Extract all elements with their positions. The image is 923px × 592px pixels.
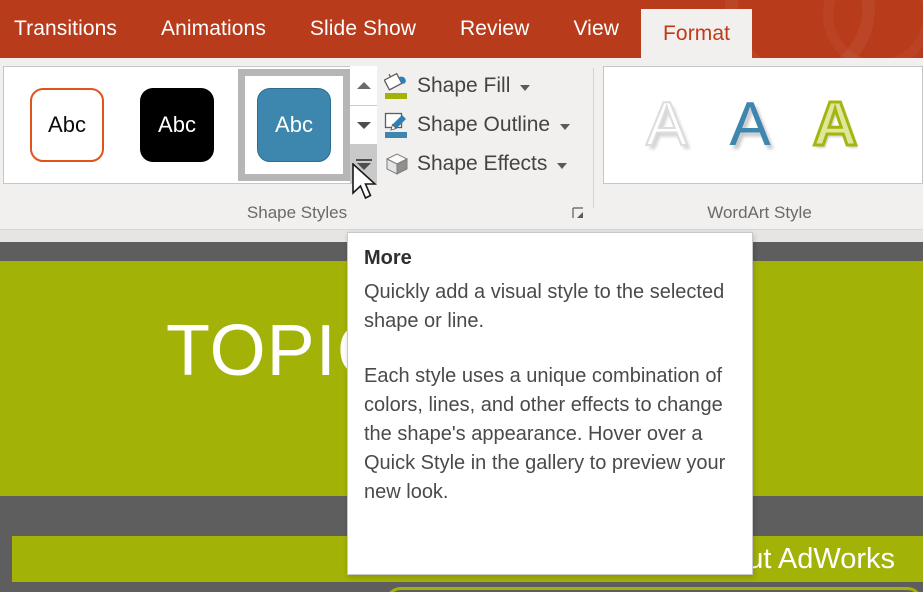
more-gallery-icon-bar <box>356 159 372 161</box>
chevron-down-icon-shape-fill[interactable] <box>520 85 530 91</box>
ribbon-group-label-shape-styles: Shape Styles <box>0 203 594 223</box>
shape-style-thumb-2[interactable]: Abc <box>140 88 214 162</box>
cube-effects-icon <box>384 150 410 178</box>
more-gallery-icon <box>357 163 371 170</box>
shape-fill-label: Shape Fill <box>417 74 510 98</box>
ribbon-tab-bar: Transitions Animations Slide Show Review… <box>0 0 923 58</box>
pencil-outline-icon <box>384 111 410 139</box>
shape-styles-thumbnail-list: Abc Abc Abc <box>4 69 350 181</box>
tab-format-label: Format <box>663 22 730 46</box>
tab-slide-show-label: Slide Show <box>310 17 416 41</box>
tooltip-title: More <box>364 247 736 270</box>
shape-outline-button[interactable]: Shape Outline <box>382 105 587 144</box>
ribbon-group-shape-styles: Abc Abc Abc <box>0 58 594 229</box>
slide-rounded-rectangle-shape[interactable] <box>385 587 923 592</box>
shape-style-thumb-wrap-2[interactable]: Abc <box>128 76 226 174</box>
shape-fill-button[interactable]: Shape Fill <box>382 66 587 105</box>
tooltip-paragraph-2: Each style uses a unique combination of … <box>364 362 736 507</box>
ribbon-body: Abc Abc Abc <box>0 58 923 230</box>
shape-styles-gallery-scroll-column <box>350 66 377 184</box>
wordart-style-thumb-1[interactable]: A <box>646 94 687 156</box>
shape-style-thumb-1-label: Abc <box>48 112 86 138</box>
tab-animations-label: Animations <box>161 17 266 41</box>
chevron-down-icon-shape-effects[interactable] <box>557 163 567 169</box>
tab-view-label: View <box>573 17 619 41</box>
tab-transitions[interactable]: Transitions <box>0 0 139 58</box>
tab-review-label: Review <box>460 17 529 41</box>
shape-style-thumb-wrap-3-selected[interactable]: Abc <box>238 69 350 181</box>
wordart-style-thumb-2[interactable]: A <box>729 94 770 156</box>
tab-animations[interactable]: Animations <box>139 0 288 58</box>
tooltip-popup: More Quickly add a visual style to the s… <box>347 232 753 575</box>
gallery-scroll-up-button[interactable] <box>350 66 377 106</box>
ribbon-decoration-circle-2 <box>823 0 923 58</box>
tooltip-paragraph-1: Quickly add a visual style to the select… <box>364 278 736 336</box>
tooltip-body: Quickly add a visual style to the select… <box>364 278 736 507</box>
tab-slide-show[interactable]: Slide Show <box>288 0 438 58</box>
gallery-scroll-down-button[interactable] <box>350 106 377 146</box>
dialog-launcher-icon[interactable] <box>572 207 586 221</box>
triangle-up-icon <box>357 82 371 89</box>
tab-transitions-label: Transitions <box>14 17 117 41</box>
ribbon-group-label-wordart-styles: WordArt Style <box>596 203 923 223</box>
shape-style-thumb-3[interactable]: Abc <box>257 88 331 162</box>
shape-outline-label: Shape Outline <box>417 113 550 137</box>
ribbon-tabs: Transitions Animations Slide Show Review… <box>0 0 752 58</box>
slide-subtitle-text: ut AdWorks <box>747 543 895 576</box>
ribbon-group-wordart-styles: A A A WordArt Style <box>596 58 923 229</box>
shape-style-thumb-2-label: Abc <box>158 112 196 138</box>
shape-effects-label: Shape Effects <box>417 152 547 176</box>
tab-format[interactable]: Format <box>641 9 752 58</box>
paint-bucket-icon <box>384 72 410 100</box>
powerpoint-window: Transitions Animations Slide Show Review… <box>0 0 923 592</box>
gallery-more-button[interactable] <box>350 145 377 184</box>
shape-styles-gallery[interactable]: Abc Abc Abc <box>3 66 377 184</box>
shape-style-thumb-wrap-1[interactable]: Abc <box>18 76 116 174</box>
shape-style-thumb-3-label: Abc <box>275 112 313 138</box>
shape-styles-command-column: Shape Fill Shape O <box>382 66 587 183</box>
wordart-style-thumb-3[interactable]: A <box>813 94 858 156</box>
tab-view[interactable]: View <box>551 0 641 58</box>
chevron-down-icon-shape-outline[interactable] <box>560 124 570 130</box>
shape-effects-button[interactable]: Shape Effects <box>382 144 587 183</box>
shape-style-thumb-1[interactable]: Abc <box>30 88 104 162</box>
triangle-down-icon <box>357 122 371 129</box>
ribbon-group-divider-1 <box>593 68 594 208</box>
tab-review[interactable]: Review <box>438 0 551 58</box>
wordart-styles-gallery[interactable]: A A A <box>603 66 923 184</box>
